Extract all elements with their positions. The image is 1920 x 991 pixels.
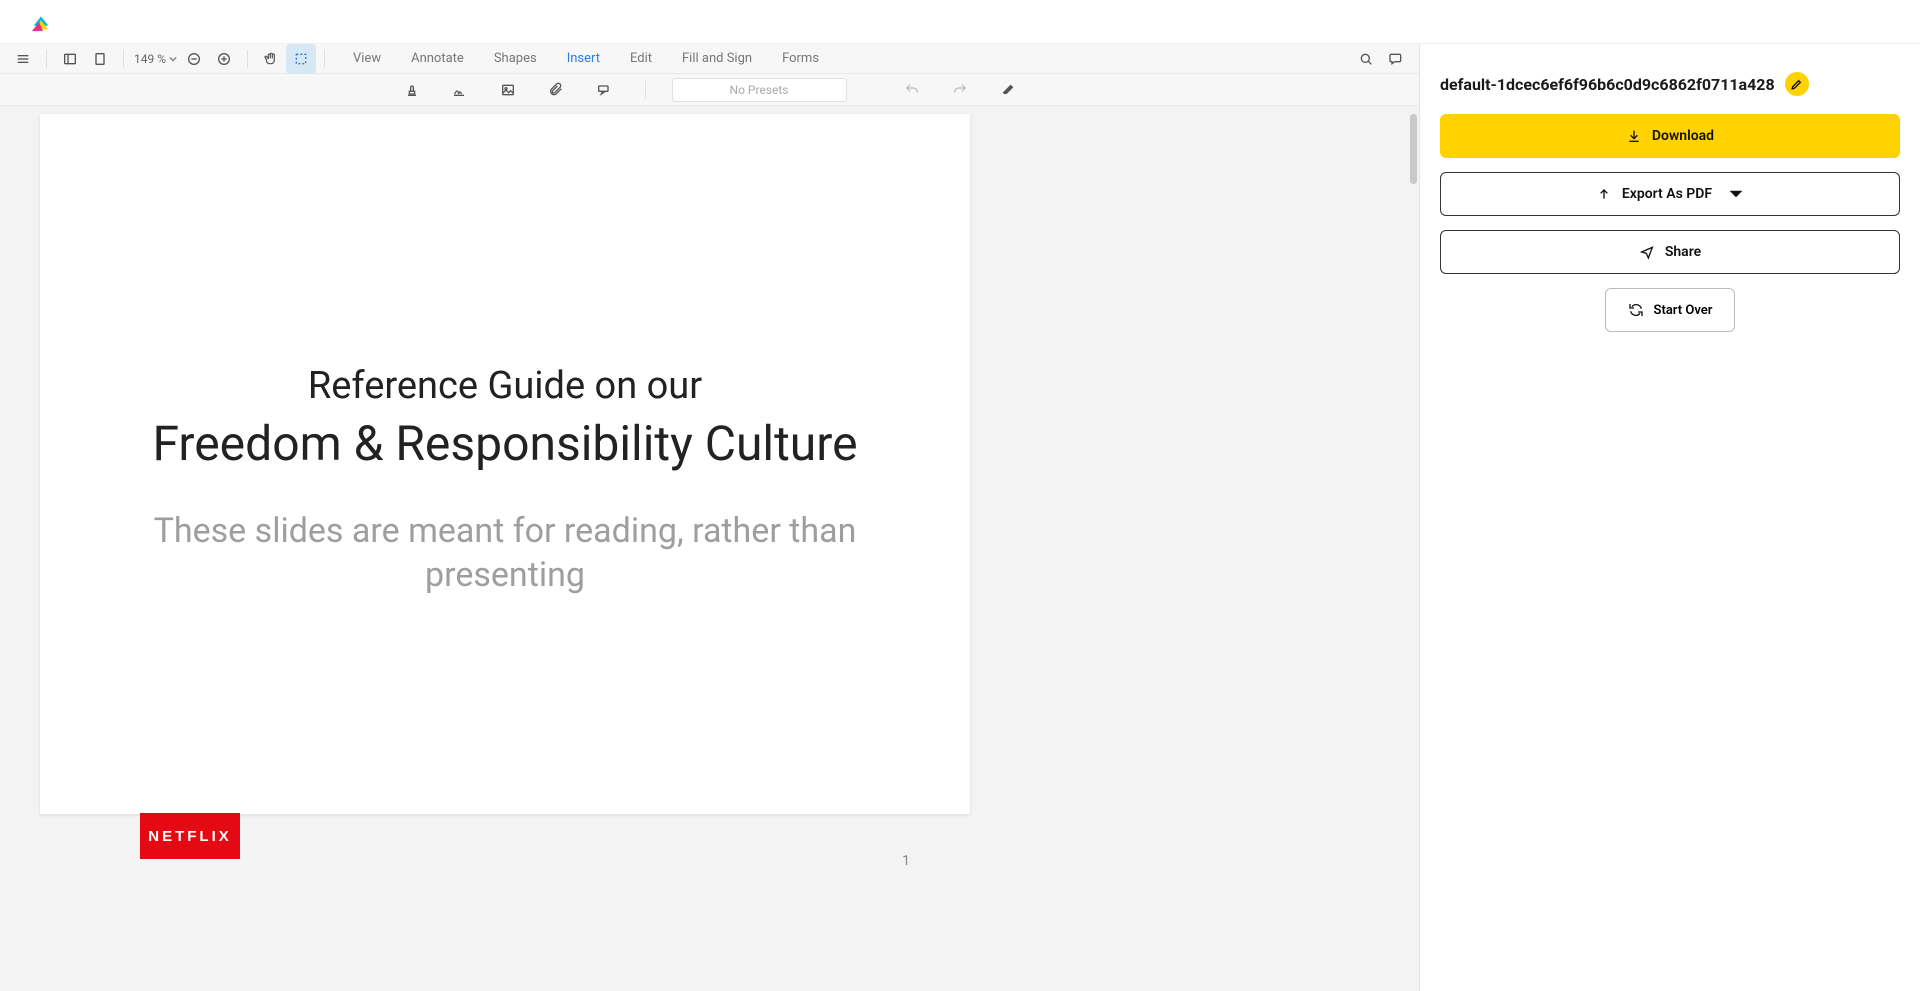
pan-hand-icon[interactable] <box>256 44 286 74</box>
page-layout-icon[interactable] <box>85 44 115 74</box>
presets-dropdown[interactable]: No Presets <box>672 78 847 102</box>
zoom-value[interactable]: 149 % <box>132 52 179 66</box>
scrollbar-thumb[interactable] <box>1410 114 1417 184</box>
share-button[interactable]: Share <box>1440 230 1900 274</box>
page-number: 1 <box>902 853 910 869</box>
callout-icon[interactable] <box>589 75 619 105</box>
toolbar-secondary: No Presets <box>0 74 1419 106</box>
search-icon[interactable] <box>1351 44 1381 74</box>
side-panel: default-1dcec6ef6f96b6c0d9c6862f0711a428… <box>1420 44 1920 991</box>
slide-title-line1: Reference Guide on our <box>100 364 910 408</box>
brand-bar <box>0 0 1920 44</box>
separator <box>324 50 325 68</box>
share-label: Share <box>1665 244 1701 260</box>
start-over-button[interactable]: Start Over <box>1605 288 1735 332</box>
document-canvas[interactable]: Reference Guide on our Freedom & Respons… <box>0 106 1419 991</box>
slide-subtitle: These slides are meant for reading, rath… <box>100 509 910 597</box>
download-icon <box>1626 128 1642 144</box>
menu-view[interactable]: View <box>353 51 381 66</box>
stamp-icon[interactable] <box>397 75 427 105</box>
viewer-column: 149 % View Annotate Shapes Insert Edit F… <box>0 44 1420 991</box>
hamburger-menu-icon[interactable] <box>8 44 38 74</box>
separator <box>247 50 248 68</box>
export-pdf-button[interactable]: Export As PDF <box>1440 172 1900 216</box>
zoom-in-icon[interactable] <box>209 44 239 74</box>
download-label: Download <box>1652 128 1714 144</box>
separator <box>123 50 124 68</box>
zoom-out-icon[interactable] <box>179 44 209 74</box>
export-up-icon <box>1596 186 1612 202</box>
slide-title-line2: Freedom & Responsibility Culture <box>100 416 910 471</box>
image-icon[interactable] <box>493 75 523 105</box>
restart-icon <box>1628 302 1644 318</box>
redo-icon[interactable] <box>945 75 975 105</box>
download-button[interactable]: Download <box>1440 114 1900 158</box>
menu-forms[interactable]: Forms <box>782 51 819 66</box>
edit-filename-button[interactable] <box>1785 72 1809 96</box>
separator <box>645 81 646 99</box>
menu-edit[interactable]: Edit <box>630 51 652 66</box>
brand-logo[interactable] <box>30 11 52 33</box>
chevron-down-icon <box>1728 186 1744 202</box>
menu-fill-sign[interactable]: Fill and Sign <box>682 51 752 66</box>
comments-icon[interactable] <box>1381 44 1411 74</box>
undo-icon[interactable] <box>897 75 927 105</box>
document-page: Reference Guide on our Freedom & Respons… <box>40 114 970 814</box>
menu-shapes[interactable]: Shapes <box>494 51 537 66</box>
file-name: default-1dcec6ef6f96b6c0d9c6862f0711a428 <box>1440 75 1775 94</box>
menu-annotate[interactable]: Annotate <box>411 51 464 66</box>
select-marquee-icon[interactable] <box>286 44 316 74</box>
menu-insert[interactable]: Insert <box>567 51 600 66</box>
toolbar-primary: 149 % View Annotate Shapes Insert Edit F… <box>0 44 1419 74</box>
attachment-icon[interactable] <box>541 75 571 105</box>
export-label: Export As PDF <box>1622 186 1712 202</box>
separator <box>46 50 47 68</box>
signature-icon[interactable] <box>445 75 475 105</box>
sidebar-toggle-icon[interactable] <box>55 44 85 74</box>
toolbar-menu: View Annotate Shapes Insert Edit Fill an… <box>353 51 819 66</box>
netflix-logo-badge: NETFLIX <box>140 813 240 859</box>
eraser-icon[interactable] <box>993 75 1023 105</box>
start-over-label: Start Over <box>1654 303 1713 318</box>
share-icon <box>1639 244 1655 260</box>
